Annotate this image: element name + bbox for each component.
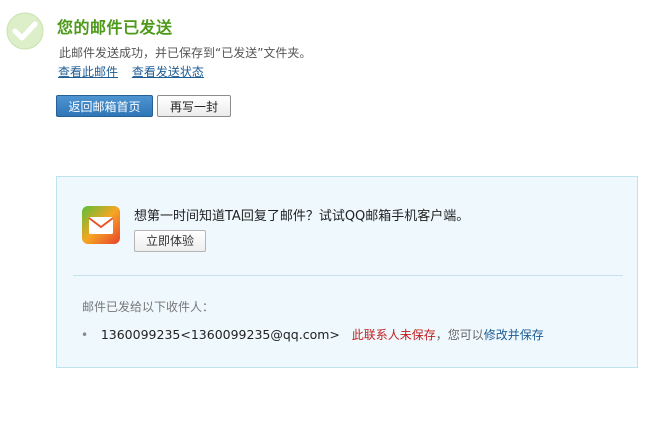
bullet-icon: • (81, 328, 89, 342)
sent-confirmation-text: 此邮件发送成功，并已保存到“已发送”文件夹。 (59, 46, 312, 60)
back-to-inbox-button[interactable]: 返回邮箱首页 (56, 95, 153, 117)
save-prompt-text: ，您可以 (435, 328, 484, 342)
view-send-status-link[interactable]: 查看发送状态 (132, 65, 204, 79)
edit-and-save-link[interactable]: 修改并保存 (484, 328, 544, 342)
info-panel: 想第一时间知道TA回复了邮件？试试QQ邮箱手机客户端。 立即体验 邮件已发给以下… (56, 176, 638, 368)
write-another-button[interactable]: 再写一封 (157, 95, 231, 117)
promo-text: 想第一时间知道TA回复了邮件？试试QQ邮箱手机客户端。 (134, 209, 470, 224)
recipient-list-item: • 1360099235<1360099235@qq.com> 此联系人未保存，… (81, 326, 544, 343)
mail-sent-page: 您的邮件已发送 此邮件发送成功，并已保存到“已发送”文件夹。 查看此邮件 查看发… (0, 0, 653, 424)
view-mail-link[interactable]: 查看此邮件 (58, 65, 118, 79)
divider (73, 275, 623, 276)
qq-mail-envelope-icon (82, 206, 120, 244)
recipient-email: 1360099235<1360099235@qq.com> (100, 327, 340, 342)
mail-links: 查看此邮件 查看发送状态 (58, 63, 214, 80)
page-title: 您的邮件已发送 (57, 18, 173, 37)
checkmark-circle-icon (6, 12, 44, 50)
recipients-label: 邮件已发给以下收件人： (82, 300, 215, 314)
try-now-button[interactable]: 立即体验 (134, 230, 206, 252)
contact-unsaved-status: 此联系人未保存 (351, 328, 436, 342)
